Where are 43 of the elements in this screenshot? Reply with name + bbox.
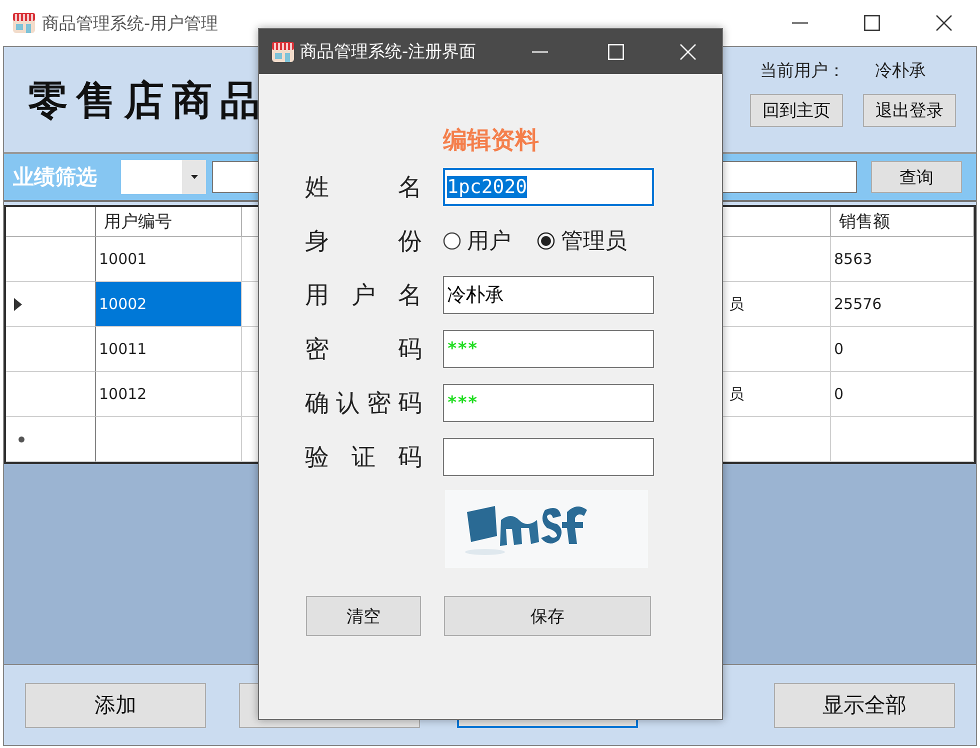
header-button[interactable]: 退出登录 (863, 94, 956, 127)
action-button[interactable]: 显示全部 (774, 682, 955, 728)
logo-text: 零售店商品 (28, 76, 268, 126)
dialog-button[interactable]: 保存 (444, 596, 651, 636)
input-field[interactable]: 冷朴承 (443, 276, 654, 314)
column-header[interactable]: 用户编号 (96, 207, 242, 237)
action-button[interactable]: 添加 (25, 682, 206, 728)
header-button[interactable]: 回到主页 (750, 94, 843, 127)
table-cell: 10012 (96, 372, 242, 417)
input-field[interactable]: 1pc2020 (443, 168, 654, 206)
dialog-title: 商品管理系统-注册界面 (300, 41, 476, 63)
field-label: 身份 (305, 226, 422, 257)
caret-icon (190, 175, 198, 179)
radio-button[interactable] (537, 232, 555, 250)
table-cell: 0 (831, 327, 974, 372)
maximize-icon[interactable] (864, 15, 880, 31)
field-label: 用户名 (305, 280, 422, 311)
minimize-icon[interactable] (792, 22, 808, 24)
field-label: 密码 (305, 334, 422, 365)
window-title: 商品管理系统-用户管理 (42, 12, 218, 34)
app-icon (271, 40, 295, 64)
dialog-button[interactable]: 清空 (306, 596, 421, 636)
table-cell: 8563 (831, 237, 974, 282)
column-header[interactable]: 销售额 (831, 207, 974, 237)
field-label: 验证码 (305, 442, 422, 473)
filter-label: 业绩筛选 (13, 164, 98, 191)
table-cell: 25576 (831, 282, 974, 327)
current-user-label: 当前用户： (760, 60, 845, 82)
table-cell: 10002 (96, 282, 242, 327)
table-cell: 10011 (96, 327, 242, 372)
radio-option[interactable]: 用户 (443, 226, 511, 256)
app-icon (12, 11, 36, 35)
input-field[interactable] (443, 438, 654, 476)
table-cell: 0 (831, 372, 974, 417)
field-label: 确认密码 (305, 388, 422, 419)
current-user-name: 冷朴承 (875, 60, 926, 82)
new-row-icon (18, 436, 25, 442)
query-button[interactable]: 查询 (871, 161, 962, 193)
radio-option[interactable]: 管理员 (537, 226, 627, 256)
dialog-heading: 编辑资料 (443, 125, 540, 154)
close-icon[interactable] (936, 15, 952, 31)
field-label: 姓名 (305, 172, 422, 203)
radio-button[interactable] (443, 232, 461, 250)
